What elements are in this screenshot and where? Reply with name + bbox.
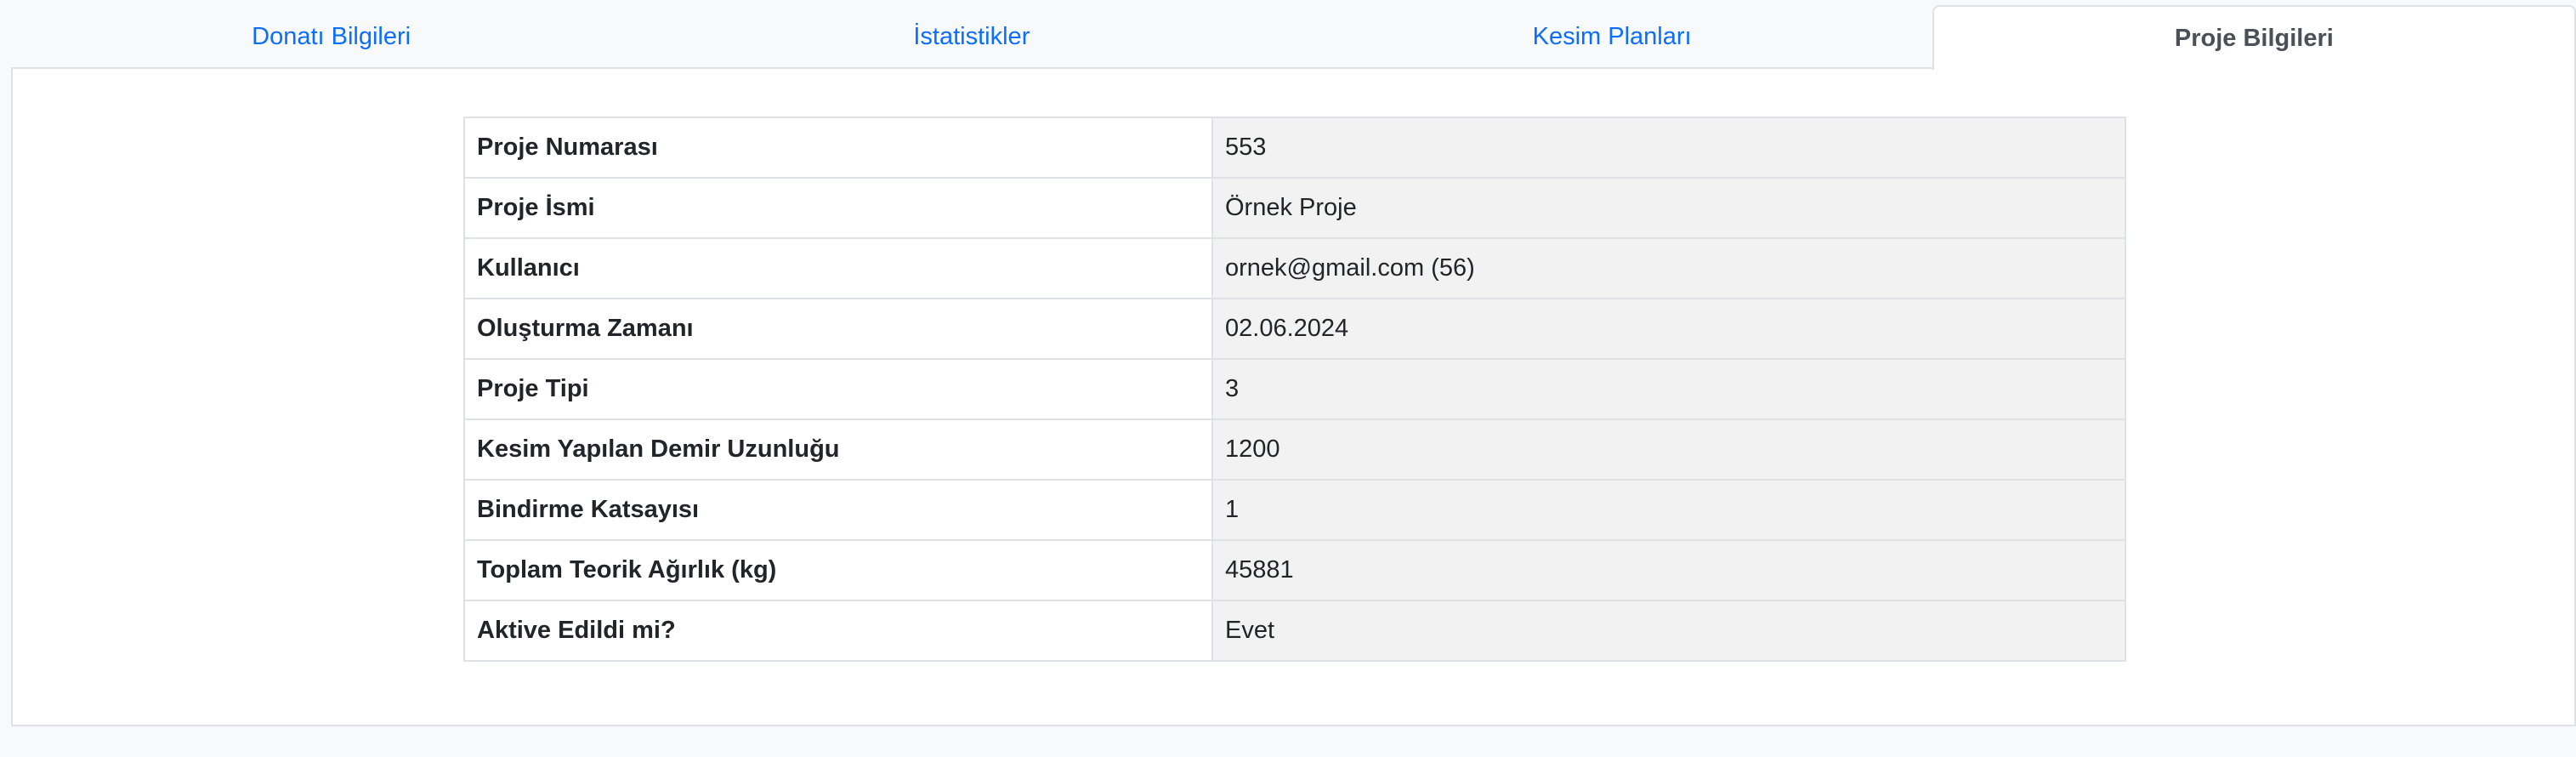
row-label: Bindirme Katsayısı bbox=[463, 479, 1213, 541]
row-value: 3 bbox=[1211, 358, 2126, 420]
table-row: Oluşturma Zamanı 02.06.2024 bbox=[463, 298, 2126, 360]
row-value: 02.06.2024 bbox=[1211, 298, 2126, 360]
row-label: Kesim Yapılan Demir Uzunluğu bbox=[463, 418, 1213, 481]
tab-proje-bilgileri[interactable]: Proje Bilgileri bbox=[1932, 5, 2576, 70]
row-value: 45881 bbox=[1211, 539, 2126, 601]
row-label: Proje Tipi bbox=[463, 358, 1213, 420]
project-info-table: Proje Numarası 553 Proje İsmi Örnek Proj… bbox=[463, 117, 2126, 662]
tab-bar: Donatı Bilgileri İstatistikler Kesim Pla… bbox=[11, 0, 2576, 70]
row-value: Evet bbox=[1211, 600, 2126, 662]
row-label: Toplam Teorik Ağırlık (kg) bbox=[463, 539, 1213, 601]
row-label: Aktive Edildi mi? bbox=[463, 600, 1213, 662]
row-value: 1 bbox=[1211, 479, 2126, 541]
table-row: Kullanıcı ornek@gmail.com (56) bbox=[463, 237, 2126, 299]
row-label: Proje Numarası bbox=[463, 117, 1213, 179]
row-label: Proje İsmi bbox=[463, 177, 1213, 239]
tab-istatistikler[interactable]: İstatistikler bbox=[651, 5, 1291, 68]
tab-donati-bilgileri[interactable]: Donatı Bilgileri bbox=[11, 5, 651, 68]
table-row: Proje Tipi 3 bbox=[463, 358, 2126, 420]
row-value: 1200 bbox=[1211, 418, 2126, 481]
table-row: Kesim Yapılan Demir Uzunluğu 1200 bbox=[463, 418, 2126, 481]
tab-content-panel: Proje Numarası 553 Proje İsmi Örnek Proj… bbox=[11, 67, 2576, 726]
table-row: Proje Numarası 553 bbox=[463, 117, 2126, 179]
table-row: Toplam Teorik Ağırlık (kg) 45881 bbox=[463, 539, 2126, 601]
row-value: ornek@gmail.com (56) bbox=[1211, 237, 2126, 299]
tab-kesim-planlari[interactable]: Kesim Planları bbox=[1292, 5, 1932, 68]
row-value: Örnek Proje bbox=[1211, 177, 2126, 239]
row-label: Kullanıcı bbox=[463, 237, 1213, 299]
row-value: 553 bbox=[1211, 117, 2126, 179]
row-label: Oluşturma Zamanı bbox=[463, 298, 1213, 360]
table-row: Bindirme Katsayısı 1 bbox=[463, 479, 2126, 541]
table-row: Proje İsmi Örnek Proje bbox=[463, 177, 2126, 239]
table-row: Aktive Edildi mi? Evet bbox=[463, 600, 2126, 662]
